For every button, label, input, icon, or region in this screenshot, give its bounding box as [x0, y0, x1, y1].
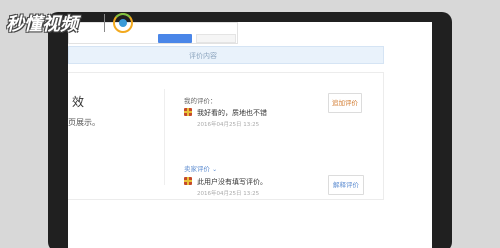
banner-text: 评价内容	[189, 52, 217, 60]
seller-review-label-text: 卖家评价	[184, 165, 210, 173]
add-review-button[interactable]: 追加评价	[328, 93, 362, 113]
seller-review-text: 此用户没有填写评价。	[197, 178, 267, 186]
watermark-text: 秒懂视频	[6, 14, 78, 35]
watermark-divider	[104, 14, 105, 32]
left-title: 效	[72, 95, 85, 109]
my-review-timestamp: 2016年04月25日 13:25	[197, 122, 260, 128]
my-review-text: 我好看的，质地也不错	[197, 109, 267, 117]
explain-review-button[interactable]: 解释评价	[328, 175, 364, 195]
column-divider	[164, 89, 165, 185]
gift-icon	[184, 108, 192, 116]
my-review-label: 我的评价：	[184, 97, 217, 105]
review-content-banner: 评价内容	[68, 46, 384, 64]
seller-review-timestamp: 2016年04月25日 13:25	[197, 191, 260, 197]
gift-icon	[184, 177, 192, 185]
browser-screen: 评价内容 效 页展示。 我的评价： 我好看的，质地也不错 2016年04月25日…	[68, 22, 432, 248]
secondary-button[interactable]	[196, 34, 236, 43]
sprout-logo-icon	[113, 13, 133, 33]
left-subtitle: 页展示。	[68, 118, 100, 127]
review-card: 效 页展示。 我的评价： 我好看的，质地也不错 2016年04月25日 13:2…	[68, 72, 384, 200]
seller-review-label[interactable]: 卖家评价 ⌄	[184, 163, 217, 173]
primary-button[interactable]	[158, 34, 192, 43]
chevron-down-icon: ⌄	[212, 166, 218, 173]
